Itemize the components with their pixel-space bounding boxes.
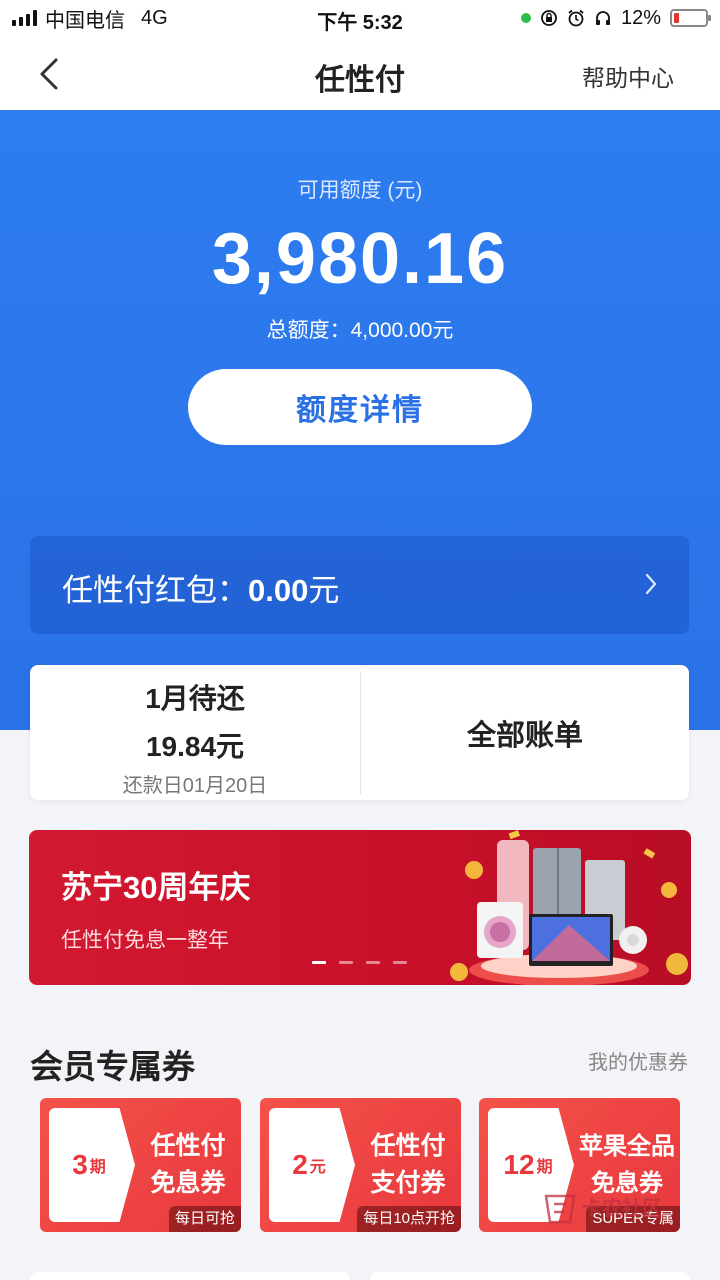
coupon-tag: 每日可抢	[168, 1206, 241, 1232]
coupon-line2: 免息券	[150, 1169, 226, 1197]
red-packet-value: 0.00	[248, 573, 309, 608]
bill-due-date: 还款日01月20日	[122, 775, 268, 797]
watermark-text: 卡农社区	[582, 1198, 662, 1220]
coupon-value: 2元	[269, 1108, 349, 1222]
coupon-line2: 支付券	[370, 1169, 446, 1197]
nav-bar: 任性付 帮助中心	[0, 36, 720, 110]
coupon-unit: 元	[309, 1159, 326, 1176]
bill-month-label: 1月待还	[145, 683, 245, 714]
watermark: 卡农社区	[540, 1188, 664, 1228]
available-credit-amount: 3,980.16	[211, 219, 509, 299]
red-packet-label: 任性付红包：	[62, 573, 248, 608]
red-packet-row[interactable]: 任性付红包：0.00元	[30, 536, 689, 634]
coupon-card[interactable]: 3期 任性付免息券 每日可抢	[40, 1098, 241, 1232]
status-right: 12%	[520, 0, 711, 36]
help-center-link[interactable]: 帮助中心	[582, 59, 674, 93]
coupon-unit: 期	[89, 1159, 106, 1176]
next-card-peek	[30, 1272, 350, 1280]
battery-percent: 12%	[620, 6, 661, 29]
status-bar: 中国电信 4G 下午 5:32 12%	[0, 0, 720, 36]
headphones-icon	[595, 11, 610, 25]
bill-card: 1月待还 19.84元 还款日01月20日 全部账单	[30, 665, 689, 800]
coupon-number: 12	[503, 1149, 535, 1180]
coupon-name: 任性付 支付券	[355, 1128, 461, 1202]
coupon-value: 3期	[49, 1108, 129, 1222]
available-credit-label: 可用额度 (元)	[297, 179, 423, 202]
coupon-line1: 任性付	[150, 1132, 226, 1160]
all-bills-button[interactable]: 全部账单	[361, 665, 689, 800]
credit-hero: 可用额度 (元) 3,980.16 总额度：4,000.00元 额度详情 任性付…	[0, 110, 720, 730]
coupon-name: 任性付 免息券	[135, 1128, 241, 1202]
coupon-card[interactable]: 2元 任性付支付券 每日10点开抢	[260, 1098, 461, 1232]
banner-title: 苏宁30周年庆	[61, 870, 251, 905]
coupon-line1: 苹果全品	[579, 1133, 675, 1160]
rotation-lock-icon	[541, 10, 557, 26]
coupon-unit: 期	[536, 1159, 553, 1176]
chevron-right-icon	[645, 573, 657, 595]
coupon-tag: 每日10点开抢	[357, 1206, 461, 1232]
coupon-number: 2	[292, 1149, 308, 1180]
banner-subtitle: 任性付免息一整年	[61, 929, 229, 952]
my-coupons-link[interactable]: 我的优惠券	[588, 1046, 688, 1075]
current-bill[interactable]: 1月待还 19.84元 还款日01月20日	[30, 665, 360, 800]
total-credit-line: 总额度：4,000.00元	[266, 319, 454, 342]
recording-dot-icon	[520, 13, 531, 23]
credit-detail-button[interactable]: 额度详情	[188, 369, 532, 445]
bill-amount: 19.84元	[145, 731, 245, 762]
red-packet-unit: 元	[308, 573, 340, 608]
carousel-indicator	[312, 961, 407, 964]
appliances-illustration	[450, 830, 688, 985]
battery-icon	[670, 9, 711, 27]
alarm-icon	[568, 9, 584, 27]
coupon-line1: 任性付	[370, 1132, 446, 1160]
section-title: 会员专属券	[30, 1048, 195, 1085]
red-packet-text: 任性付红包：0.00元	[62, 565, 339, 610]
coupon-number: 3	[72, 1149, 88, 1180]
promo-banner[interactable]: 苏宁30周年庆 任性付免息一整年	[29, 830, 691, 985]
next-card-peek	[370, 1272, 690, 1280]
watermark-logo-icon	[544, 1194, 576, 1224]
